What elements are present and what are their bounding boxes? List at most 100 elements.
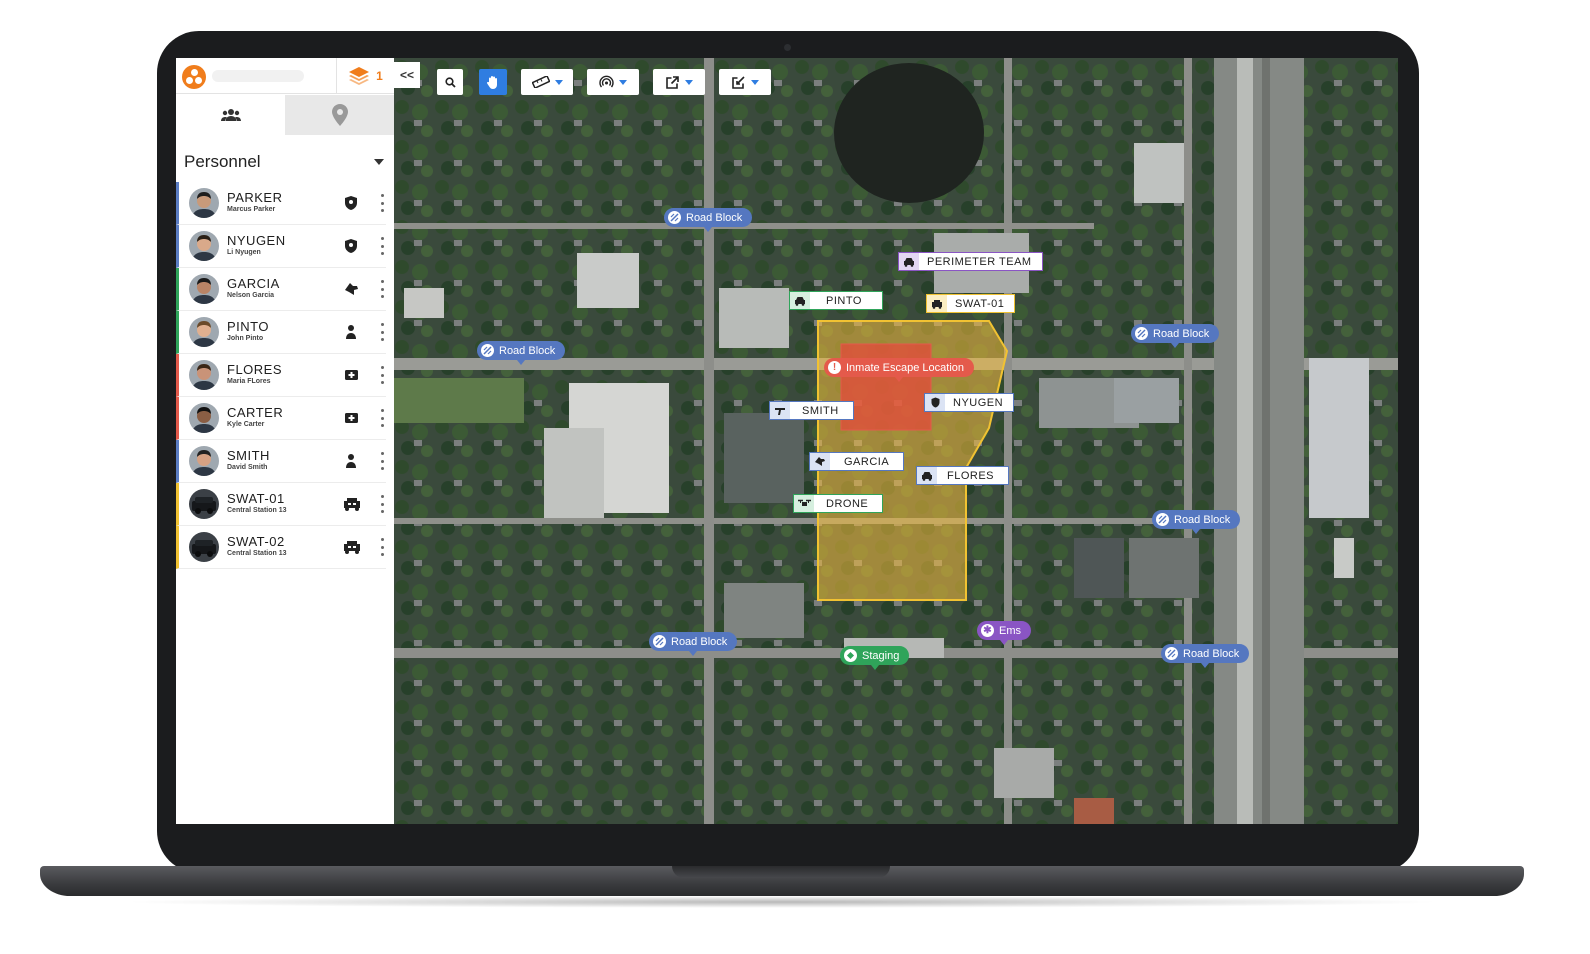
pan-tool-button[interactable] <box>479 69 507 95</box>
broadcast-dropdown-icon <box>619 79 627 85</box>
measure-dropdown-icon <box>554 79 563 85</box>
alert-icon: ! <box>828 361 841 374</box>
more-options-icon[interactable] <box>380 495 384 513</box>
edit-tool-button[interactable] <box>719 69 771 95</box>
ruler-icon <box>531 76 550 88</box>
road-block-marker[interactable]: Road Block <box>649 632 738 656</box>
personnel-item[interactable]: CARTER Kyle Carter <box>176 397 386 440</box>
police-badge-icon <box>925 394 945 411</box>
avatar <box>189 403 219 433</box>
drone-icon <box>794 495 814 512</box>
personnel-fullname: Central Station 13 <box>227 507 287 514</box>
more-options-icon[interactable] <box>380 538 384 556</box>
search-tool-button[interactable] <box>437 69 463 95</box>
police-badge-icon <box>345 196 357 210</box>
personnel-item[interactable]: NYUGEN Li Nyugen <box>176 225 386 268</box>
person-icon <box>346 454 356 468</box>
personnel-item[interactable]: SWAT-02 Central Station 13 <box>176 526 386 569</box>
personnel-item[interactable]: SMITH David Smith <box>176 440 386 483</box>
brand-name-placeholder <box>212 70 304 82</box>
road-block-icon <box>1135 327 1148 340</box>
k9-dog-icon <box>810 453 830 470</box>
unit-flores[interactable]: FLORES <box>916 466 1010 485</box>
personnel-callsign: SWAT-01 <box>227 491 285 506</box>
personnel-fullname: Kyle Carter <box>227 421 265 428</box>
road-block-marker[interactable]: Road Block <box>664 208 753 232</box>
road-block-label: Road Block <box>1153 327 1210 340</box>
unit-smith[interactable]: SMITH <box>769 401 854 420</box>
staging-marker[interactable]: Staging <box>840 646 910 670</box>
personnel-item[interactable]: PINTO John Pinto <box>176 311 386 354</box>
group-icon <box>220 109 241 121</box>
personnel-header[interactable]: Personnel <box>184 150 384 174</box>
personnel-fullname: Maria FLores <box>227 378 271 385</box>
personnel-item[interactable]: GARCIA Nelson Garcia <box>176 268 386 311</box>
police-car-icon <box>917 467 937 484</box>
unit-swat-01[interactable]: SWAT-01 <box>926 294 1016 313</box>
personnel-callsign: PINTO <box>227 319 269 334</box>
share-tool-button[interactable] <box>653 69 705 95</box>
app-logo-icon <box>182 65 206 89</box>
share-dropdown-icon <box>685 79 693 85</box>
unit-garcia[interactable]: GARCIA <box>809 452 905 471</box>
unit-nyugen[interactable]: NYUGEN <box>924 393 1015 412</box>
personnel-list: PARKER Marcus Parker NYUGEN Li Nyugen GARCIA… <box>176 182 386 569</box>
signal-icon <box>599 75 614 87</box>
personnel-callsign: CARTER <box>227 405 284 420</box>
swat-vehicle-icon <box>344 541 360 554</box>
avatar <box>189 317 219 347</box>
layers-icon <box>349 67 370 85</box>
more-options-icon[interactable] <box>380 194 384 212</box>
ems-marker[interactable]: ✱ Ems <box>977 621 1031 645</box>
person-icon <box>346 325 356 339</box>
chevron-down-icon <box>374 159 384 165</box>
road-block-icon <box>653 635 666 648</box>
avatar <box>189 360 219 390</box>
road-block-icon <box>481 344 494 357</box>
personnel-item[interactable]: SWAT-01 Central Station 13 <box>176 483 386 526</box>
staging-label: Staging <box>862 649 900 662</box>
road-block-marker[interactable]: Road Block <box>1152 510 1241 534</box>
more-options-icon[interactable] <box>380 237 384 255</box>
personnel-item[interactable]: FLORES Maria FLores <box>176 354 386 397</box>
road-block-marker[interactable]: Road Block <box>1131 324 1220 348</box>
more-options-icon[interactable] <box>380 323 384 341</box>
satellite-map[interactable]: << Road Block Road Block Road Block Road… <box>394 58 1398 824</box>
road-block-marker[interactable]: Road Block <box>1161 644 1250 668</box>
more-options-icon[interactable] <box>380 366 384 384</box>
laptop-notch <box>672 866 890 878</box>
laptop-shadow <box>120 896 1444 908</box>
road-block-label: Road Block <box>1183 647 1240 660</box>
ambulance-icon <box>345 370 358 380</box>
personnel-fullname: Li Nyugen <box>227 249 261 256</box>
tab-locations[interactable] <box>285 95 394 135</box>
unit-drone[interactable]: DRONE <box>793 494 884 513</box>
medical-star-icon: ✱ <box>981 624 994 637</box>
personnel-fullname: Central Station 13 <box>227 550 287 557</box>
inmate-escape-marker[interactable]: ! Inmate Escape Location <box>824 358 975 382</box>
personnel-item[interactable]: PARKER Marcus Parker <box>176 182 386 225</box>
more-options-icon[interactable] <box>380 452 384 470</box>
more-options-icon[interactable] <box>380 280 384 298</box>
personnel-fullname: David Smith <box>227 464 268 471</box>
measure-tool-button[interactable] <box>521 69 573 95</box>
personnel-fullname: John Pinto <box>227 335 264 342</box>
personnel-title: Personnel <box>184 152 261 171</box>
unit-perimeter-team[interactable]: PERIMETER TEAM <box>898 252 1043 271</box>
road-block-icon <box>1156 513 1169 526</box>
collapse-sidebar-button[interactable]: << <box>394 62 420 88</box>
tab-personnel[interactable] <box>176 95 285 135</box>
gun-icon <box>770 402 790 419</box>
broadcast-tool-button[interactable] <box>587 69 639 95</box>
road-block-marker[interactable]: Road Block <box>477 341 566 365</box>
map-pin-icon <box>331 104 348 126</box>
inmate-escape-label: Inmate Escape Location <box>846 361 965 374</box>
ems-label: Ems <box>999 624 1021 637</box>
road-block-icon <box>668 211 681 224</box>
edit-icon <box>732 75 745 89</box>
layers-button[interactable]: 1 <box>336 58 394 94</box>
unit-pinto[interactable]: PINTO <box>789 291 883 310</box>
more-options-icon[interactable] <box>380 409 384 427</box>
personnel-callsign: SMITH <box>227 448 270 463</box>
layer-count: 1 <box>376 69 383 83</box>
